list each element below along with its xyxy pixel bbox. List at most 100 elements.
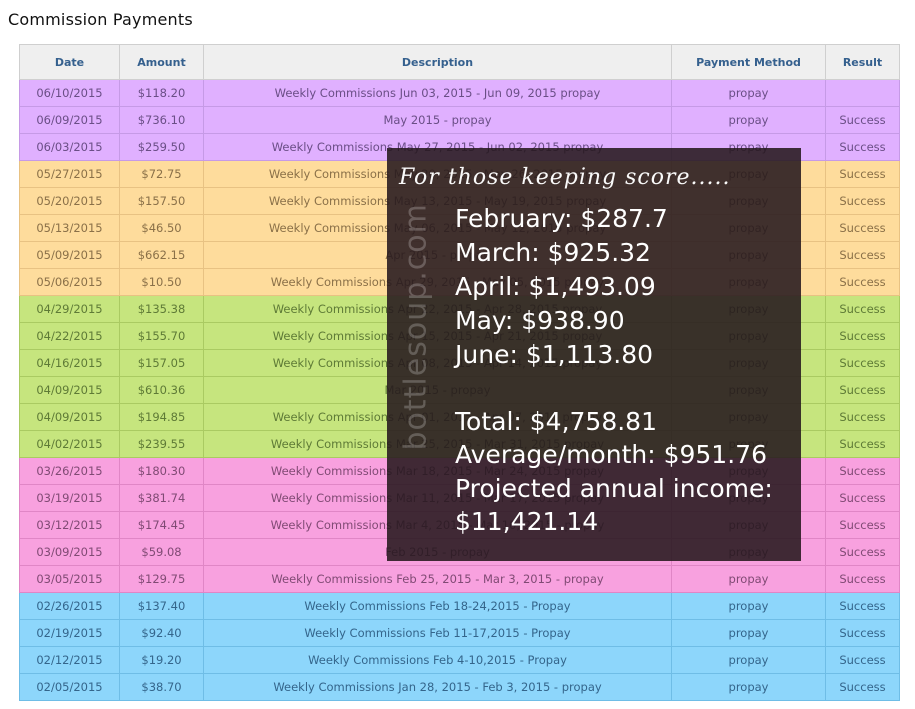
cell-date: 06/03/2015 [19,133,120,161]
cell-amount: $19.20 [119,646,204,674]
cell-payment-method: propay [671,565,826,593]
overlay-line-average: Average/month: $951.76 [455,440,767,469]
overlay-line-projected-value: $11,421.14 [455,507,599,536]
cell-description: Weekly Commissions Feb 4-10,2015 - Propa… [203,646,672,674]
cell-date: 04/29/2015 [19,295,120,323]
cell-amount: $157.50 [119,187,204,215]
cell-payment-method: propay [671,619,826,647]
cell-payment-method: propay [671,673,826,701]
overlay-title: For those keeping score..... [399,165,731,190]
cell-payment-method: propay [671,79,826,107]
table-row: 02/12/2015 $19.20 Weekly Commissions Feb 4… [19,646,900,674]
cell-description: Weekly Commissions Feb 18-24,2015 - Prop… [203,592,672,620]
table-row: 02/05/2015 $38.70 Weekly Commissions Jan 2… [19,673,900,701]
cell-result: Success [825,484,900,512]
cell-amount: $10.50 [119,268,204,296]
cell-result: Success [825,268,900,296]
cell-date: 05/06/2015 [19,268,120,296]
table-row: 02/26/2015 $137.40 Weekly Commissions Feb … [19,592,900,620]
cell-amount: $118.20 [119,79,204,107]
cell-amount: $180.30 [119,457,204,485]
cell-result: Success [825,322,900,350]
cell-description: Weekly Commissions Jan 28, 2015 - Feb 3,… [203,673,672,701]
cell-result: Success [825,592,900,620]
cell-amount: $239.55 [119,430,204,458]
cell-amount: $194.85 [119,403,204,431]
cell-amount: $92.40 [119,619,204,647]
cell-description: Weekly Commissions Feb 11-17,2015 - Prop… [203,619,672,647]
cell-date: 04/02/2015 [19,430,120,458]
cell-result: Success [825,430,900,458]
cell-date: 06/09/2015 [19,106,120,134]
cell-result: Success [825,187,900,215]
cell-result: Success [825,106,900,134]
table-row: 06/09/2015 $736.10 May 2015 - propay propay… [19,106,900,134]
cell-date: 03/26/2015 [19,457,120,485]
cell-result: Success [825,538,900,566]
cell-amount: $381.74 [119,484,204,512]
cell-amount: $174.45 [119,511,204,539]
cell-date: 02/12/2015 [19,646,120,674]
cell-date: 06/10/2015 [19,79,120,107]
column-header-amount[interactable]: Amount [119,44,204,80]
cell-amount: $610.36 [119,376,204,404]
overlay-line-march: March: $925.32 [455,238,651,267]
cell-amount: $155.70 [119,322,204,350]
column-header-payment-method[interactable]: Payment Method [671,44,826,80]
overlay-line-april: April: $1,493.09 [455,272,656,301]
table-header-row: Date Amount Description Payment Method R… [19,44,900,80]
cell-payment-method: propay [671,106,826,134]
cell-amount: $662.15 [119,241,204,269]
cell-payment-method: propay [671,646,826,674]
cell-date: 03/12/2015 [19,511,120,539]
watermark: bottlesoup.com [398,203,434,451]
page-title: Commission Payments [8,10,193,29]
cell-description: Weekly Commissions Jun 03, 2015 - Jun 09… [203,79,672,107]
table-row: 03/05/2015 $129.75 Weekly Commissions Feb … [19,565,900,593]
cell-result: Success [825,376,900,404]
cell-date: 02/19/2015 [19,619,120,647]
cell-date: 03/05/2015 [19,565,120,593]
cell-result: Success [825,619,900,647]
column-header-date[interactable]: Date [19,44,120,80]
cell-date: 05/13/2015 [19,214,120,242]
table-row: 06/10/2015 $118.20 Weekly Commissions Jun … [19,79,900,107]
overlay-line-projected-label: Projected annual income: [455,474,773,503]
cell-amount: $157.05 [119,349,204,377]
cell-description: Weekly Commissions Feb 25, 2015 - Mar 3,… [203,565,672,593]
cell-date: 05/09/2015 [19,241,120,269]
cell-amount: $72.75 [119,160,204,188]
cell-result [825,79,900,107]
cell-result: Success [825,160,900,188]
overlay-line-june: June: $1,113.80 [455,340,654,369]
cell-date: 02/05/2015 [19,673,120,701]
cell-result: Success [825,241,900,269]
cell-amount: $59.08 [119,538,204,566]
cell-result: Success [825,646,900,674]
overlay-line-february: February: $287.7 [455,204,668,233]
cell-date: 05/27/2015 [19,160,120,188]
cell-result: Success [825,133,900,161]
column-header-result[interactable]: Result [825,44,900,80]
cell-amount: $259.50 [119,133,204,161]
cell-result: Success [825,511,900,539]
cell-date: 04/09/2015 [19,376,120,404]
cell-date: 04/16/2015 [19,349,120,377]
cell-result: Success [825,403,900,431]
cell-date: 04/22/2015 [19,322,120,350]
cell-date: 02/26/2015 [19,592,120,620]
cell-amount: $46.50 [119,214,204,242]
table-row: 02/19/2015 $92.40 Weekly Commissions Feb 1… [19,619,900,647]
cell-result: Success [825,295,900,323]
cell-result: Success [825,565,900,593]
column-header-description[interactable]: Description [203,44,672,80]
cell-amount: $129.75 [119,565,204,593]
overlay-line-may: May: $938.90 [455,306,625,335]
overlay-line-total: Total: $4,758.81 [455,407,657,436]
cell-payment-method: propay [671,592,826,620]
cell-result: Success [825,457,900,485]
cell-description: May 2015 - propay [203,106,672,134]
cell-result: Success [825,214,900,242]
cell-amount: $135.38 [119,295,204,323]
cell-amount: $736.10 [119,106,204,134]
